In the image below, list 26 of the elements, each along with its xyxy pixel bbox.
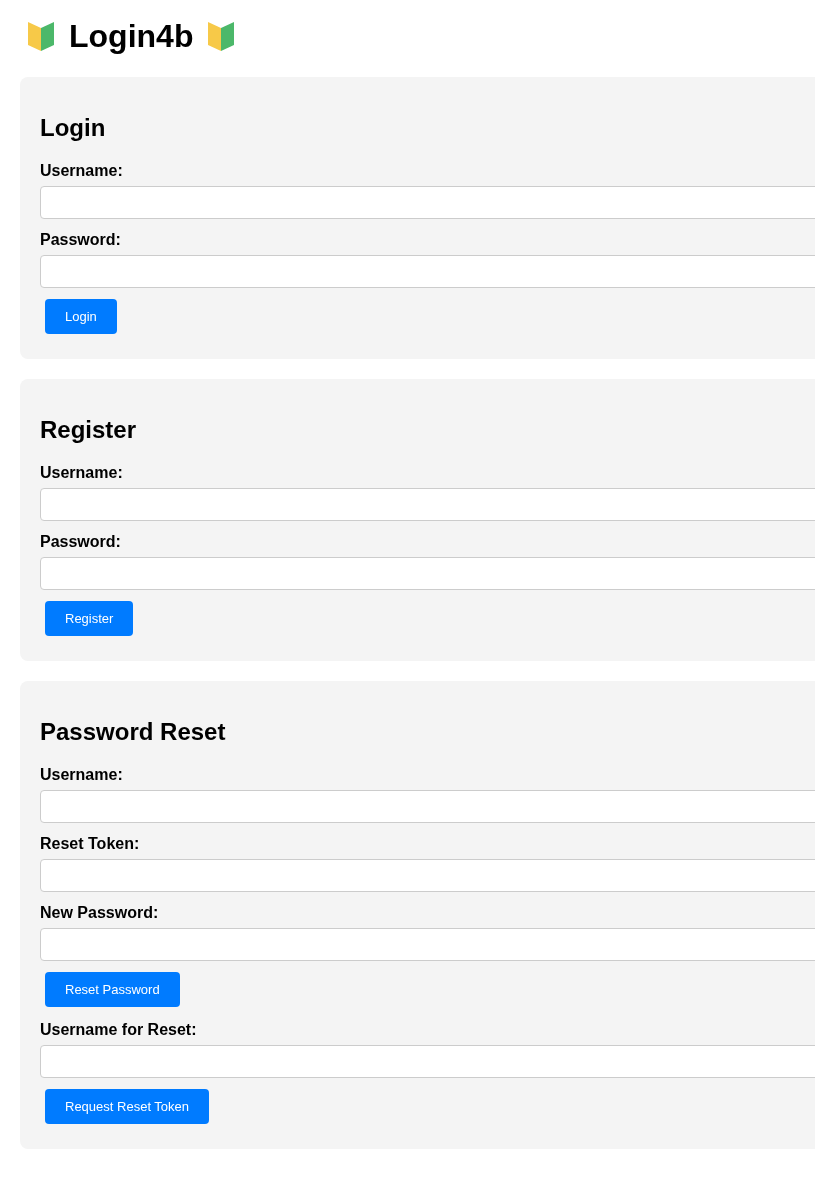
input-field[interactable] [40, 928, 815, 961]
field-label: Username: [40, 463, 124, 483]
panel-heading: Login [40, 113, 107, 143]
field-label: Username: [40, 161, 124, 181]
input-field[interactable] [40, 488, 815, 521]
field-label: New Password: [40, 903, 160, 923]
page-title: Login4b [69, 17, 194, 55]
panel-heading: Password Reset [40, 717, 227, 747]
field-label: Reset Token: [40, 834, 141, 854]
field-label: Username: [40, 765, 124, 785]
input-field[interactable] [40, 557, 815, 590]
beginner-mark-icon [27, 20, 55, 52]
input-field[interactable] [40, 255, 815, 288]
submit-button[interactable]: Login [45, 299, 117, 334]
input-field[interactable] [40, 1045, 815, 1078]
beginner-mark-icon [207, 20, 236, 52]
submit-button[interactable]: Request Reset Token [45, 1089, 210, 1124]
field-label: Username for Reset: [40, 1020, 198, 1040]
field-label: Password: [40, 532, 122, 552]
input-field[interactable] [40, 859, 815, 892]
submit-button[interactable]: Reset Password [45, 972, 180, 1007]
input-field[interactable] [40, 790, 815, 823]
submit-button[interactable]: Register [45, 601, 134, 636]
panel-heading: Register [40, 415, 138, 445]
input-field[interactable] [40, 186, 815, 219]
field-label: Password: [40, 230, 122, 250]
